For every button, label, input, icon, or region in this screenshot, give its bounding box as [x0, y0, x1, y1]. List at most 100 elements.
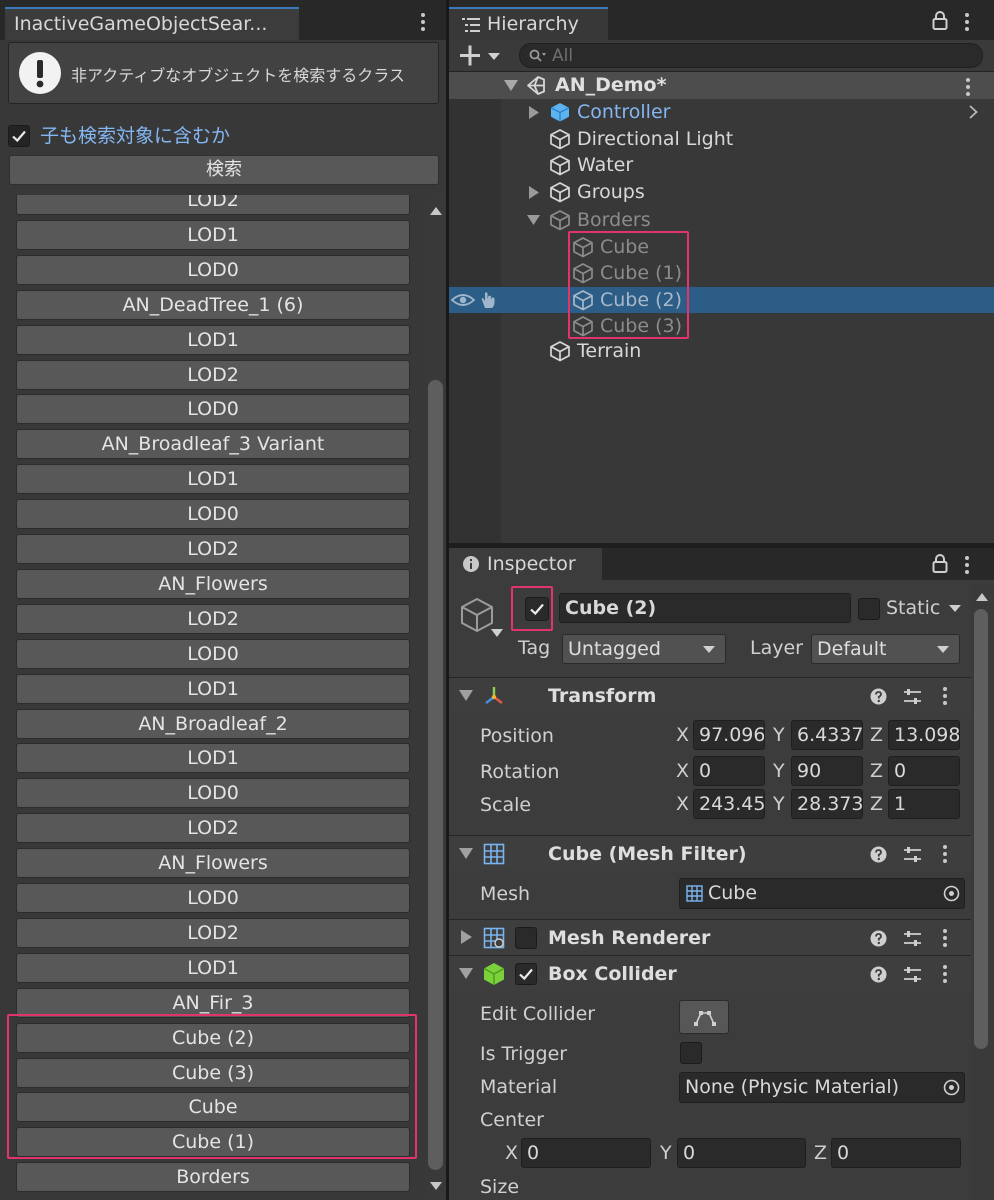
box-collider-header[interactable]: Box Collider	[449, 955, 971, 991]
result-button[interactable]: AN_Flowers	[16, 568, 410, 599]
chevron-right-icon[interactable]	[969, 105, 978, 119]
result-button[interactable]: LOD1	[16, 464, 410, 495]
result-button[interactable]: AN_DeadTree_1 (6)	[16, 289, 410, 320]
result-button[interactable]: LOD0	[16, 883, 410, 913]
fold-arrow-icon[interactable]	[459, 690, 473, 701]
help-icon[interactable]	[870, 930, 887, 947]
tab-hierarchy[interactable]: Hierarchy	[449, 7, 608, 40]
expand-arrow-icon[interactable]	[461, 930, 472, 944]
result-button[interactable]: LOD0	[16, 499, 410, 530]
kebab-menu-icon[interactable]	[941, 963, 949, 985]
result-button[interactable]: Cube (1)	[16, 1127, 410, 1158]
result-button[interactable]: LOD0	[16, 254, 410, 285]
object-picker-icon[interactable]	[943, 885, 960, 902]
pick-hand-icon[interactable]	[479, 290, 499, 310]
include-children-toggle[interactable]: 子も検索対象に含むか	[8, 122, 428, 150]
hierarchy-item[interactable]: Directional Light	[449, 126, 994, 152]
center-y-field[interactable]: 0	[677, 1138, 806, 1168]
kebab-menu-icon[interactable]	[941, 685, 949, 707]
kebab-menu-icon[interactable]	[963, 554, 971, 576]
expand-arrow-icon[interactable]	[529, 106, 539, 119]
scene-row[interactable]: AN_Demo*	[449, 72, 994, 99]
object-icon-dropdown-arrow[interactable]	[491, 629, 503, 638]
result-button[interactable]: LOD2	[16, 813, 410, 844]
active-checkbox[interactable]	[525, 597, 549, 621]
is-trigger-checkbox[interactable]	[680, 1042, 702, 1064]
result-button[interactable]: LOD2	[16, 359, 410, 390]
lock-icon[interactable]	[932, 554, 948, 573]
mesh-renderer-header[interactable]: Mesh Renderer	[449, 919, 971, 955]
result-button[interactable]: LOD1	[16, 324, 410, 355]
results-scrollbar[interactable]	[426, 195, 446, 1200]
hierarchy-item[interactable]: Water	[449, 152, 994, 178]
hierarchy-search-input[interactable]: All	[519, 43, 983, 68]
center-x-field[interactable]: 0	[521, 1138, 651, 1168]
rotation-x-field[interactable]: 0	[693, 756, 765, 786]
expand-arrow-icon[interactable]	[529, 186, 539, 199]
scale-x-field[interactable]: 243.45	[693, 789, 765, 819]
fold-arrow-icon[interactable]	[459, 848, 473, 859]
position-x-field[interactable]: 97.096	[693, 720, 765, 750]
result-button[interactable]: LOD1	[16, 219, 410, 250]
transform-header[interactable]: Transform	[449, 677, 971, 713]
position-y-field[interactable]: 6.4337	[791, 720, 863, 750]
box-collider-enabled-checkbox[interactable]	[515, 963, 537, 985]
result-button[interactable]: Borders	[16, 1162, 410, 1193]
scroll-down-arrow-icon[interactable]	[430, 1182, 442, 1191]
sliders-icon[interactable]	[903, 687, 922, 706]
result-button[interactable]: LOD2	[16, 917, 410, 948]
sliders-icon[interactable]	[903, 845, 922, 864]
static-checkbox[interactable]	[858, 598, 880, 620]
result-button[interactable]: AN_Broadleaf_3 Variant	[16, 429, 410, 460]
static-dropdown[interactable]: Static	[886, 595, 962, 621]
result-button[interactable]: AN_Fir_3	[16, 987, 410, 1018]
scene-kebab-menu-icon[interactable]	[964, 76, 972, 98]
tab-inspector[interactable]: Inspector	[449, 548, 602, 580]
help-icon[interactable]	[870, 966, 887, 983]
hierarchy-item[interactable]: Controller	[449, 99, 994, 125]
result-button[interactable]: LOD2	[16, 534, 410, 564]
kebab-menu-icon[interactable]	[941, 927, 949, 949]
hierarchy-item[interactable]: Terrain	[449, 338, 994, 364]
hierarchy-item[interactable]: Cube (1)	[449, 260, 994, 286]
mesh-filter-header[interactable]: Cube (Mesh Filter)	[449, 835, 971, 871]
result-button[interactable]: LOD1	[16, 952, 410, 983]
results-scroll-thumb[interactable]	[428, 380, 443, 1170]
lock-icon[interactable]	[932, 11, 948, 30]
inspector-scroll-thumb[interactable]	[974, 609, 988, 1049]
fold-arrow-icon[interactable]	[459, 968, 473, 979]
hierarchy-item[interactable]: Cube	[449, 234, 994, 260]
result-button[interactable]: Cube (3)	[16, 1057, 410, 1088]
rotation-y-field[interactable]: 90	[791, 756, 863, 786]
hierarchy-item[interactable]: Cube (2)	[449, 287, 994, 313]
result-button[interactable]: LOD0	[16, 394, 410, 425]
sliders-icon[interactable]	[903, 965, 922, 984]
kebab-menu-icon[interactable]	[963, 11, 971, 33]
result-button[interactable]: LOD0	[16, 778, 410, 809]
kebab-menu-icon[interactable]	[419, 11, 427, 33]
tag-dropdown[interactable]: Untagged	[562, 634, 726, 664]
material-field[interactable]: None (Physic Material)	[679, 1072, 965, 1103]
result-button[interactable]: Cube	[16, 1092, 410, 1123]
hierarchy-item[interactable]: Borders	[449, 207, 994, 233]
result-button[interactable]: LOD1	[16, 673, 410, 704]
scroll-up-arrow-icon[interactable]	[976, 592, 988, 601]
layer-dropdown[interactable]: Default	[811, 634, 960, 664]
mesh-renderer-enabled-checkbox[interactable]	[515, 927, 537, 949]
result-button[interactable]: Cube (2)	[16, 1022, 410, 1053]
scale-z-field[interactable]: 1	[888, 789, 960, 819]
position-z-field[interactable]: 13.098	[888, 720, 960, 750]
rotation-z-field[interactable]: 0	[888, 756, 960, 786]
collapse-arrow-icon[interactable]	[527, 215, 540, 225]
help-icon[interactable]	[870, 688, 887, 705]
result-button[interactable]: LOD2	[16, 603, 410, 634]
sliders-icon[interactable]	[903, 929, 922, 948]
scroll-up-arrow-icon[interactable]	[430, 206, 442, 215]
tab-inactive-search[interactable]: InactiveGameObjectSear...	[5, 7, 299, 40]
hierarchy-item[interactable]: Cube (3)	[449, 313, 994, 339]
eye-icon[interactable]	[451, 293, 475, 307]
result-button[interactable]: LOD2	[16, 195, 410, 215]
hierarchy-item[interactable]: Groups	[449, 179, 994, 205]
result-button[interactable]: AN_Flowers	[16, 848, 410, 879]
object-name-field[interactable]: Cube (2)	[559, 593, 851, 623]
